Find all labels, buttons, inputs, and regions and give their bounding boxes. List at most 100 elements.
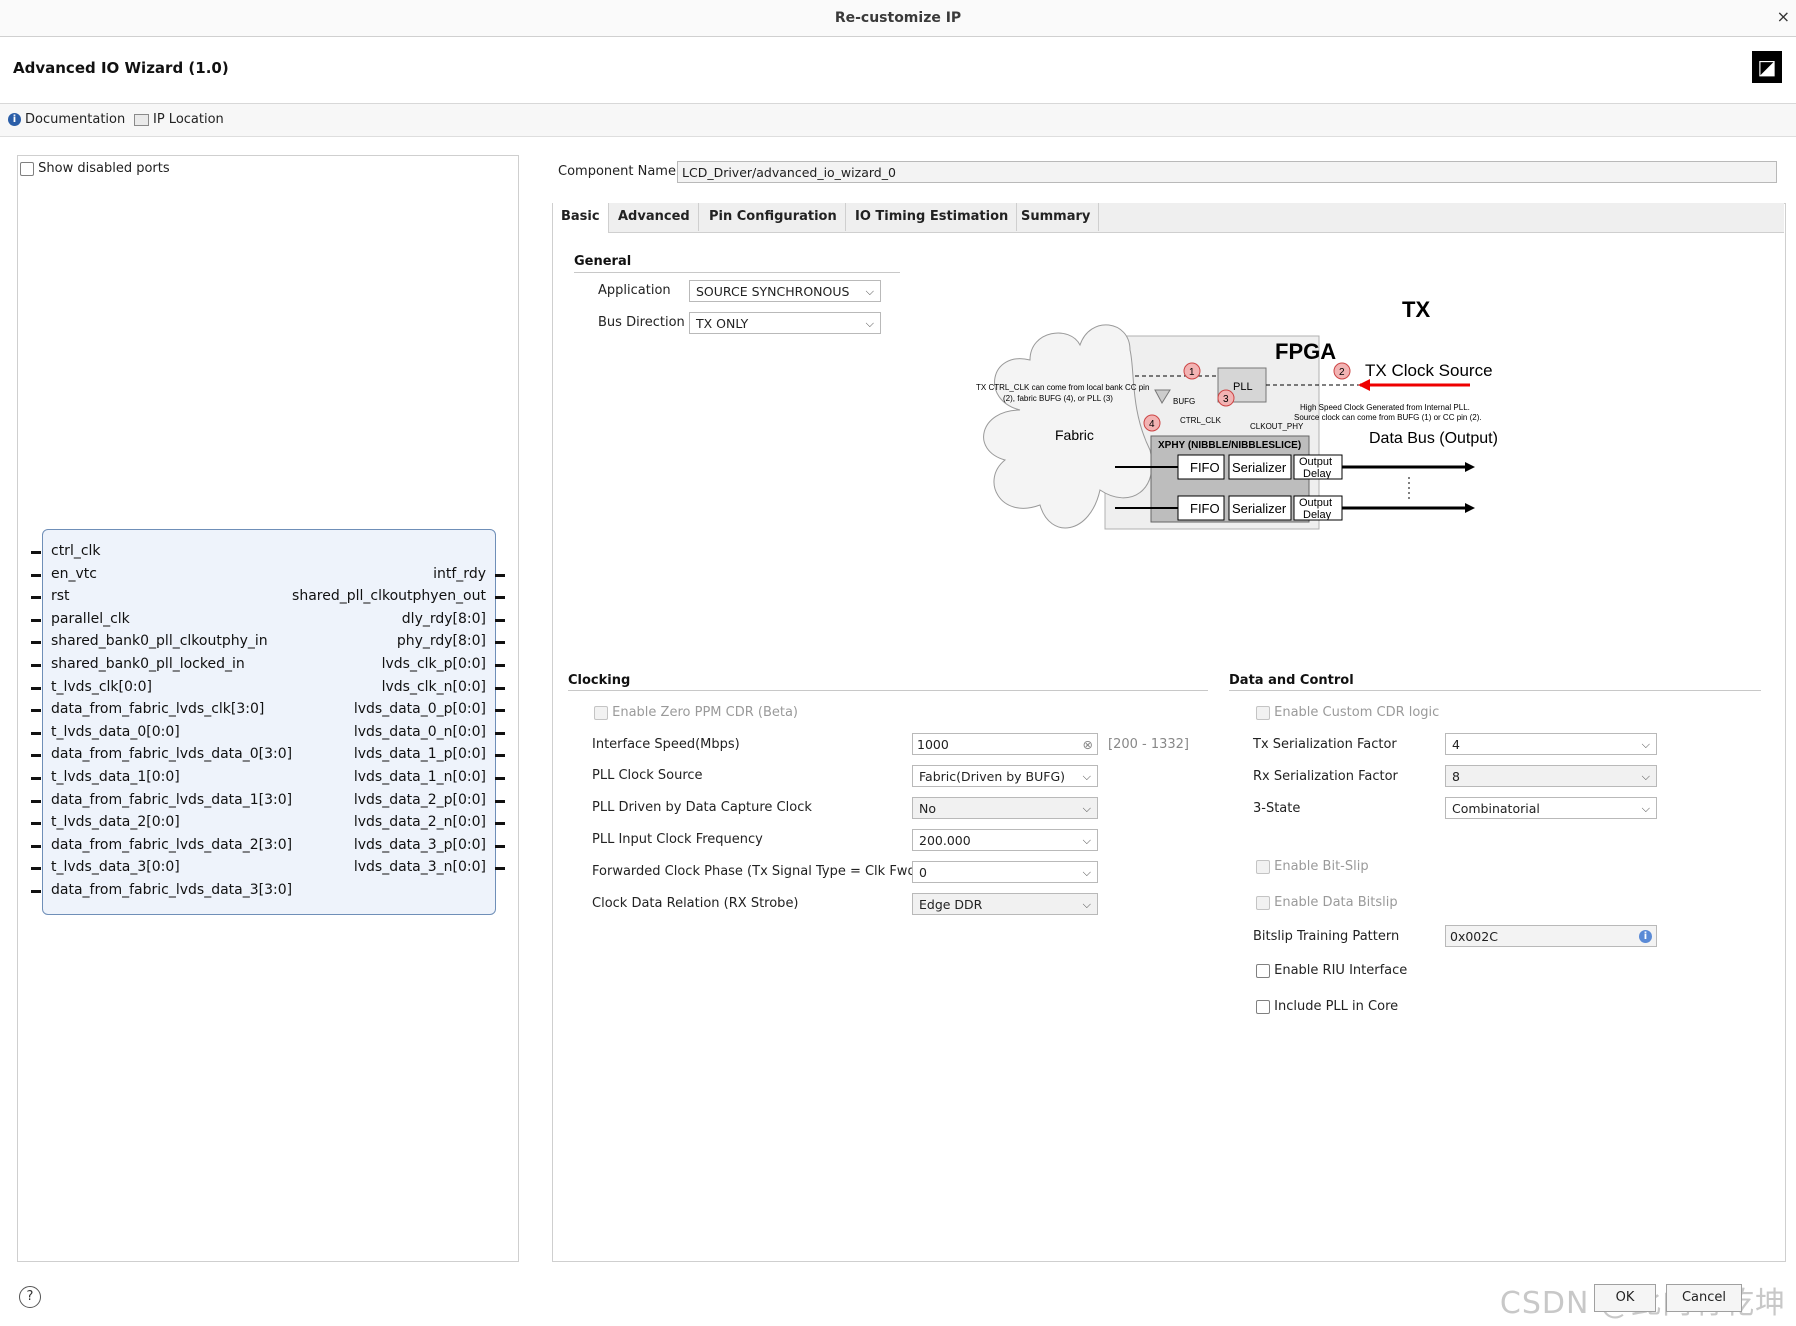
riu-checkbox[interactable] (1256, 963, 1270, 978)
arrow-head-icon (1465, 503, 1475, 513)
riu-toggle[interactable]: Enable RIU Interface (1256, 963, 1407, 978)
documentation-link[interactable]: i Documentation (8, 112, 125, 127)
port-pin (31, 551, 41, 554)
diagram-fpga: FPGA (1275, 339, 1336, 364)
badge-3-label: 3 (1223, 394, 1229, 405)
pll-driven-select[interactable]: No ⌵ (912, 797, 1098, 819)
close-icon[interactable]: × (1777, 7, 1790, 26)
data-bitslip-toggle[interactable]: Enable Data Bitslip (1256, 895, 1398, 910)
amd-logo-icon: ◪ (1752, 51, 1782, 83)
output-port: shared_pll_clkoutphyen_out (292, 588, 486, 605)
tab-summary[interactable]: Summary (1013, 203, 1100, 231)
rx-serialization-select[interactable]: 8 ⌵ (1445, 765, 1657, 787)
tab-pin-configuration[interactable]: Pin Configuration (701, 203, 846, 231)
input-port: data_from_fabric_lvds_data_3[3:0] (51, 882, 293, 898)
port-pin (495, 573, 505, 577)
bus-direction-select[interactable]: TX ONLY ⌵ (689, 312, 881, 334)
delay-label: Delay (1303, 468, 1332, 480)
rx-serialization-label: Rx Serialization Factor (1253, 769, 1398, 784)
diagram-note-left-2: (2), fabric BUFG (4), or PLL (3) (1003, 394, 1113, 403)
tx-serialization-value: 4 (1452, 737, 1460, 752)
application-select[interactable]: SOURCE SYNCHRONOUS ⌵ (689, 280, 881, 302)
port-pin (495, 754, 505, 758)
bit-slip-toggle[interactable]: Enable Bit-Slip (1256, 859, 1369, 874)
input-port: ctrl_clk (51, 543, 101, 559)
port-pin (495, 731, 505, 735)
zero-ppm-checkbox[interactable] (594, 705, 608, 720)
component-name-input[interactable]: LCD_Driver/advanced_io_wizard_0 (677, 161, 1777, 183)
badge-2-label: 2 (1339, 367, 1345, 378)
wizard-header: Advanced IO Wizard (1.0) ◪ (0, 37, 1796, 104)
clocking-divider (568, 690, 1208, 691)
port-pin (31, 799, 41, 803)
ok-button[interactable]: OK (1594, 1284, 1656, 1312)
diagram-bufg: BUFG (1173, 397, 1195, 406)
pll-source-select[interactable]: Fabric(Driven by BUFG) ⌵ (912, 765, 1098, 787)
output-port: lvds_data_3_p[0:0] (353, 836, 486, 853)
output-label: Output (1299, 456, 1332, 468)
port-pin (31, 596, 41, 600)
fwd-phase-value: 0 (919, 865, 927, 880)
bitslip-pattern-label: Bitslip Training Pattern (1253, 929, 1400, 944)
bit-slip-checkbox[interactable] (1256, 859, 1270, 874)
data-bitslip-label: Enable Data Bitslip (1274, 895, 1398, 910)
input-port: t_lvds_data_2[0:0] (51, 814, 180, 831)
tab-bar: Basic Advanced Pin Configuration IO Timi… (552, 203, 1784, 233)
zero-ppm-label: Enable Zero PPM CDR (Beta) (612, 705, 799, 720)
show-disabled-ports-toggle[interactable]: Show disabled ports (20, 161, 170, 176)
tristate-select[interactable]: Combinatorial ⌵ (1445, 797, 1657, 819)
tx-block-diagram: TX Fabric FPGA PLL BUFG CTRL_CLK CLKOUT_… (976, 297, 1498, 530)
port-pin (31, 822, 41, 826)
tab-advanced[interactable]: Advanced (610, 203, 699, 231)
serializer-label: Serializer (1232, 501, 1287, 516)
show-disabled-ports-checkbox[interactable] (20, 161, 34, 176)
include-pll-toggle[interactable]: Include PLL in Core (1256, 999, 1398, 1014)
fwd-phase-select[interactable]: 0 ⌵ (912, 861, 1098, 883)
port-pin (31, 754, 41, 758)
chevron-down-icon: ⌵ (1082, 802, 1091, 815)
output-port: lvds_data_1_n[0:0] (353, 769, 486, 785)
cancel-button[interactable]: Cancel (1666, 1284, 1742, 1312)
include-pll-checkbox[interactable] (1256, 999, 1270, 1014)
fifo-label: FIFO (1190, 501, 1220, 516)
tab-io-timing-estimation[interactable]: IO Timing Estimation (847, 203, 1018, 231)
clear-icon[interactable]: ⊗ (1083, 734, 1093, 756)
interface-speed-input[interactable]: 1000 ⊗ (912, 733, 1098, 755)
port-pin (495, 799, 505, 803)
show-disabled-ports-label: Show disabled ports (38, 161, 170, 176)
bitslip-pattern-input[interactable]: 0x002C i (1445, 925, 1657, 947)
tx-serialization-select[interactable]: 4 ⌵ (1445, 733, 1657, 755)
port-pin (31, 844, 41, 848)
tab-basic[interactable]: Basic (552, 203, 609, 233)
window-titlebar: Re-customize IP × (0, 0, 1796, 37)
clock-data-relation-select[interactable]: Edge DDR ⌵ (912, 893, 1098, 915)
custom-cdr-checkbox[interactable] (1256, 705, 1270, 720)
input-port: parallel_clk (51, 610, 130, 627)
chevron-down-icon: ⌵ (1641, 738, 1650, 751)
custom-cdr-toggle[interactable]: Enable Custom CDR logic (1256, 705, 1439, 720)
pll-driven-value: No (919, 801, 936, 816)
zero-ppm-toggle[interactable]: Enable Zero PPM CDR (Beta) (594, 705, 798, 720)
pll-freq-select[interactable]: 200.000 ⌵ (912, 829, 1098, 851)
output-label: Output (1299, 497, 1332, 509)
pll-freq-label: PLL Input Clock Frequency (592, 832, 763, 847)
port-pin (495, 709, 505, 713)
chevron-down-icon: ⌵ (865, 285, 874, 298)
help-button[interactable]: ? (19, 1286, 41, 1308)
chevron-down-icon: ⌵ (1082, 866, 1091, 879)
ip-location-link[interactable]: IP Location (134, 112, 224, 127)
diagram-tx-clock-source: TX Clock Source (1365, 361, 1493, 380)
chevron-down-icon: ⌵ (1082, 898, 1091, 911)
diagram-clkout-phy: CLKOUT_PHY (1250, 422, 1304, 431)
documentation-label: Documentation (25, 112, 126, 127)
port-pin (31, 867, 41, 871)
input-port: shared_bank0_pll_locked_in (51, 656, 245, 672)
data-bitslip-checkbox[interactable] (1256, 895, 1270, 910)
input-port: t_lvds_data_3[0:0] (51, 859, 180, 876)
port-pin (495, 822, 505, 826)
bitslip-pattern-value: 0x002C (1450, 929, 1498, 944)
port-pin (31, 641, 41, 645)
diagram-ctrl-clk: CTRL_CLK (1180, 416, 1222, 425)
bus-direction-value: TX ONLY (696, 316, 749, 331)
info-icon[interactable]: i (1639, 930, 1652, 943)
